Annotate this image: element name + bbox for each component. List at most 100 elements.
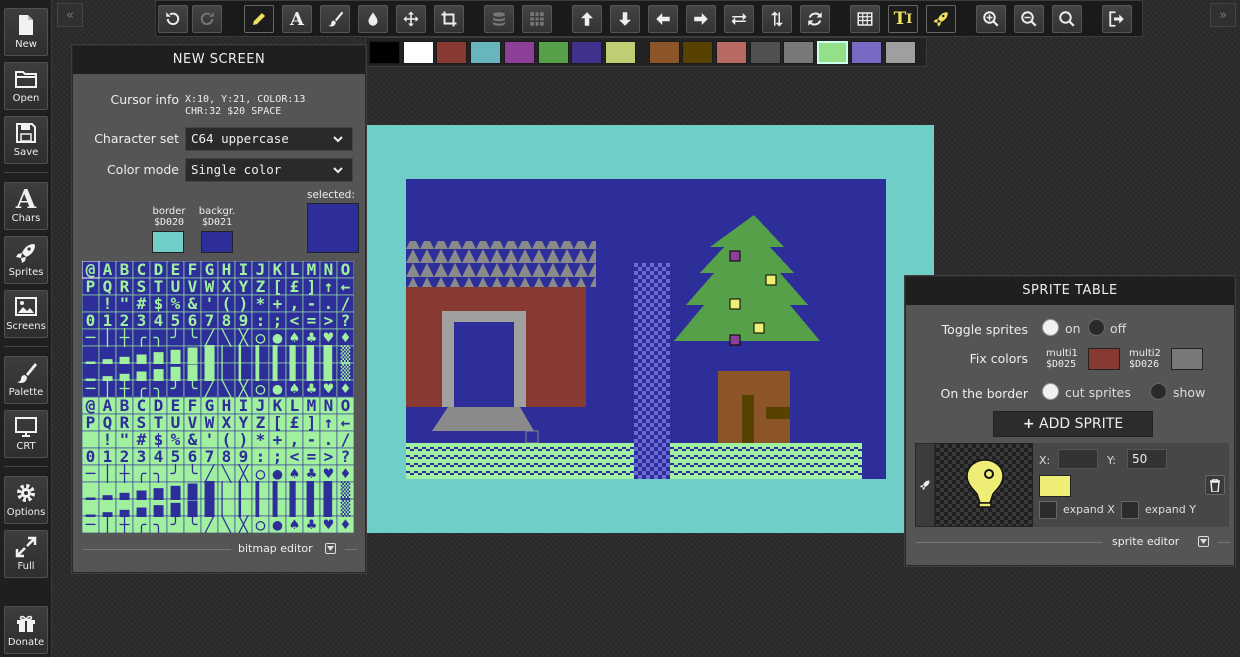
- expand-y-checkbox[interactable]: [1121, 501, 1139, 519]
- grid-button[interactable]: [522, 5, 552, 33]
- save-button[interactable]: Save: [4, 116, 48, 164]
- palette-swatch[interactable]: [604, 41, 636, 64]
- charset-glyph: ▌: [272, 361, 283, 381]
- pencil-tool-button[interactable]: [244, 5, 274, 33]
- rotate-button[interactable]: [800, 5, 830, 33]
- fullscreen-button[interactable]: Full: [4, 530, 48, 578]
- charset-glyph: █: [204, 344, 215, 364]
- charset-cell[interactable]: [81, 294, 100, 313]
- character-set-select[interactable]: C64 uppercase: [185, 127, 353, 151]
- palette-swatch[interactable]: [716, 41, 747, 64]
- text-tool-button[interactable]: A: [282, 5, 312, 33]
- delete-sprite-button[interactable]: [1205, 475, 1225, 495]
- sprites-button[interactable]: Sprites: [4, 236, 48, 284]
- color-mode-select[interactable]: Single color: [185, 158, 353, 182]
- charset-glyph: P: [86, 277, 96, 296]
- palette-swatch[interactable]: [682, 41, 714, 64]
- palette-swatch[interactable]: [571, 41, 603, 64]
- zoom-out-button[interactable]: [1014, 5, 1044, 33]
- palette-swatch[interactable]: [648, 41, 680, 64]
- background-address: $D021: [201, 217, 233, 228]
- move-tool-button[interactable]: [396, 5, 426, 33]
- export-button[interactable]: [1102, 5, 1132, 33]
- sprite-y-input[interactable]: 50: [1127, 449, 1167, 469]
- table-button[interactable]: [850, 5, 880, 33]
- show-sprites-radio[interactable]: [1150, 383, 1167, 400]
- charset-glyphs: @ A B C D E F G H I J K L M N OP Q R S T U V W X Y Z[£] ↑ ← ! " # $% & '…: [81, 260, 355, 534]
- multi1-color-swatch[interactable]: [1088, 348, 1120, 370]
- crop-tool-button[interactable]: [434, 5, 464, 33]
- cursor-info-label: Cursor info: [110, 92, 179, 107]
- options-button[interactable]: Options: [4, 476, 48, 524]
- flip-horizontal-button[interactable]: [724, 5, 754, 33]
- palette-swatch[interactable]: [783, 41, 815, 64]
- sprite-mode-button[interactable]: [926, 5, 956, 33]
- fix-colors-label: Fix colors: [969, 351, 1028, 366]
- palette-swatch[interactable]: [850, 41, 882, 64]
- character-set-label: Character set: [94, 131, 179, 146]
- sprite-editor-label: sprite editor: [1112, 535, 1180, 548]
- palette-swatch[interactable]: [369, 41, 400, 64]
- palette-swatch[interactable]: [402, 41, 434, 64]
- cursor-info-line1: X:10, Y:21, COLOR:13: [185, 94, 306, 105]
- flip-vertical-button[interactable]: [762, 5, 792, 33]
- chevron-down-icon: [333, 167, 343, 174]
- background-color-swatch[interactable]: [201, 231, 233, 253]
- donate-button[interactable]: Donate: [4, 606, 48, 654]
- text-mode-sub: I: [906, 11, 913, 27]
- collapse-left-button[interactable]: «: [57, 3, 83, 27]
- shift-up-button[interactable]: [572, 5, 602, 33]
- collapse-right-button[interactable]: »: [1210, 3, 1236, 27]
- chars-button[interactable]: A Chars: [4, 182, 48, 230]
- chevron-down-icon: [1200, 539, 1207, 544]
- palette-swatch[interactable]: [503, 41, 535, 64]
- crt-button[interactable]: CRT: [4, 410, 48, 458]
- charset-glyph: █: [204, 361, 215, 381]
- sprite-preview[interactable]: [935, 443, 1033, 527]
- selected-color-swatch[interactable]: [307, 203, 359, 253]
- open-button[interactable]: Open: [4, 62, 48, 110]
- expand-x-checkbox[interactable]: [1039, 501, 1057, 519]
- palette-swatch[interactable]: [470, 41, 502, 64]
- cut-sprites-radio[interactable]: [1042, 383, 1059, 400]
- redo-button[interactable]: [192, 5, 222, 33]
- shift-down-button[interactable]: [610, 5, 640, 33]
- sprite-row-handle[interactable]: [915, 443, 935, 527]
- palette-button[interactable]: Palette: [4, 356, 48, 404]
- charset-glyph: ▌: [272, 344, 283, 364]
- sprite-color-swatch[interactable]: [1039, 475, 1071, 497]
- layers-button[interactable]: [484, 5, 514, 33]
- undo-button[interactable]: [158, 5, 188, 33]
- screens-button[interactable]: Screens: [4, 290, 48, 338]
- rocket-icon: [920, 480, 930, 490]
- fill-icon: [368, 12, 378, 26]
- sprite-x-input[interactable]: [1058, 449, 1098, 469]
- multi2-color-swatch[interactable]: [1171, 348, 1203, 370]
- new-button[interactable]: New: [4, 8, 48, 56]
- screen-canvas[interactable]: [406, 179, 886, 479]
- shift-right-button[interactable]: [686, 5, 716, 33]
- palette-swatch[interactable]: [884, 41, 916, 64]
- palette-swatch[interactable]: [817, 41, 849, 64]
- sprites-off-radio[interactable]: [1088, 319, 1105, 336]
- border-color-swatch[interactable]: [152, 231, 184, 253]
- zoom-in-button[interactable]: [976, 5, 1006, 33]
- palette-swatch[interactable]: [749, 41, 781, 64]
- bitmap-editor-toggle[interactable]: [325, 543, 336, 554]
- charset-glyph: │: [103, 514, 113, 533]
- palette-swatch[interactable]: [436, 41, 468, 64]
- shift-left-button[interactable]: [648, 5, 678, 33]
- sprites-on-radio[interactable]: [1042, 319, 1059, 336]
- grid-icon: [530, 12, 544, 26]
- palette-swatch[interactable]: [537, 41, 569, 64]
- charset-glyph: ┼: [119, 378, 130, 398]
- character-set-grid[interactable]: @ A B C D E F G H I J K L M N O P Q R S T U V W X Y Z[£] ↑ ← ! " # $% & '…: [81, 260, 355, 534]
- selected-label: selected:: [307, 189, 355, 201]
- add-sprite-button[interactable]: + ADD SPRITE: [993, 411, 1153, 437]
- sprite-editor-toggle[interactable]: [1198, 536, 1209, 547]
- text-mode-button[interactable]: TI: [888, 5, 918, 33]
- fill-tool-button[interactable]: [358, 5, 388, 33]
- charset-cell[interactable]: [81, 430, 100, 449]
- brush-tool-button[interactable]: [320, 5, 350, 33]
- zoom-fit-button[interactable]: [1052, 5, 1082, 33]
